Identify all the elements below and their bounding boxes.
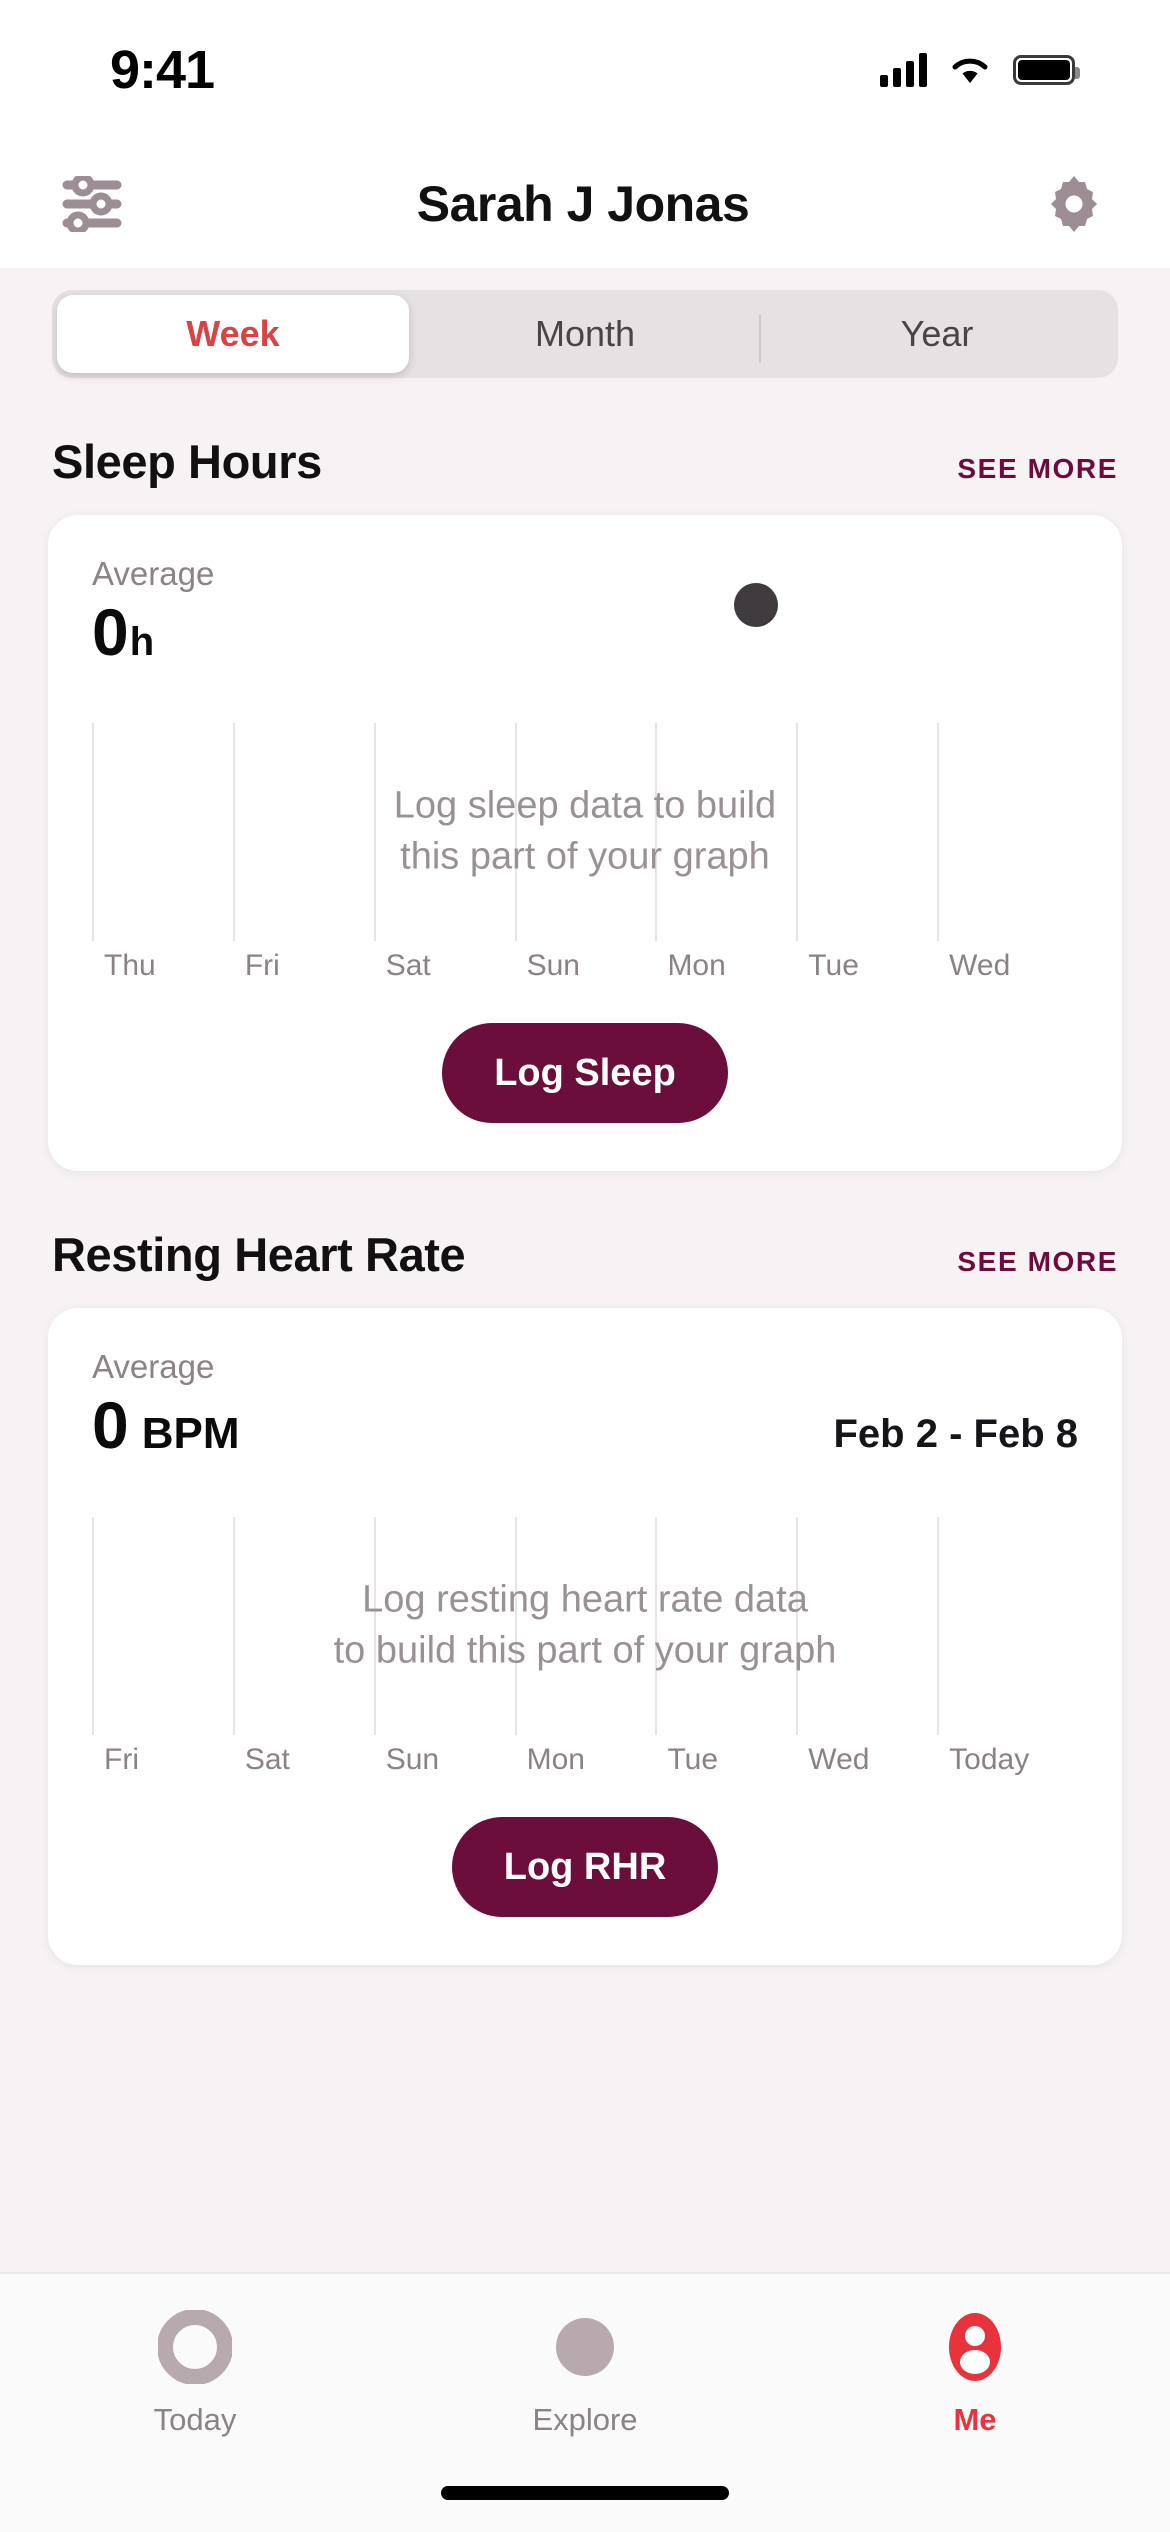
rhr-log-button-wrap: Log RHR bbox=[92, 1777, 1078, 1965]
person-icon bbox=[949, 2313, 1001, 2381]
sleep-card-summary: Average 0 h bbox=[92, 555, 1078, 665]
filters-sliders-icon[interactable] bbox=[52, 164, 132, 244]
sleep-log-button-wrap: Log Sleep bbox=[92, 983, 1078, 1171]
tab-week[interactable]: Week bbox=[57, 295, 409, 373]
signal-bars-icon bbox=[880, 53, 927, 87]
scroll-content[interactable]: Week Month Year Sleep Hours SEE MORE Ave… bbox=[0, 268, 1170, 2272]
day-label: Sun bbox=[526, 949, 580, 982]
status-bar-indicators bbox=[880, 53, 1080, 87]
sleep-empty-line-1: Log sleep data to build bbox=[393, 784, 777, 827]
status-bar: 9:41 bbox=[0, 0, 1170, 140]
tab-month[interactable]: Month bbox=[409, 295, 761, 373]
sleep-average-block: Average 0 h bbox=[92, 555, 214, 665]
sleep-see-more-link[interactable]: SEE MORE bbox=[957, 453, 1118, 485]
rhr-empty-line-2: to build this part of your graph bbox=[333, 1630, 837, 1672]
log-sleep-button[interactable]: Log Sleep bbox=[442, 1023, 728, 1123]
rhr-empty-message: Log resting heart rate data to build thi… bbox=[92, 1575, 1078, 1678]
tab-year[interactable]: Year bbox=[761, 295, 1113, 373]
tab-explore[interactable]: Explore bbox=[390, 2310, 780, 2438]
sleep-chart-day-labels: Thu Fri Sat Sun Mon Tue Wed bbox=[92, 949, 1078, 983]
rhr-average-unit: BPM bbox=[141, 1409, 240, 1458]
rhr-average-value: 0 BPM bbox=[92, 1392, 240, 1459]
tab-today-label: Today bbox=[153, 2402, 237, 2437]
rhr-average-number: 0 bbox=[92, 1388, 129, 1462]
tab-year-label: Year bbox=[900, 313, 974, 354]
compass-icon bbox=[556, 2318, 614, 2376]
tab-week-label: Week bbox=[186, 313, 280, 354]
tab-me-label: Me bbox=[953, 2402, 997, 2437]
rhr-card-summary: Average 0 BPM Feb 2 - Feb 8 bbox=[92, 1348, 1078, 1459]
day-label: Wed bbox=[949, 949, 1011, 982]
app-screen: 9:41 Sarah J Jonas Week Month Year Sleep… bbox=[0, 0, 1170, 2532]
sleep-average-number: 0 bbox=[92, 595, 129, 669]
status-bar-time: 9:41 bbox=[110, 40, 215, 100]
ring-icon bbox=[158, 2310, 232, 2384]
sleep-chart: Log sleep data to build this part of you… bbox=[92, 723, 1078, 941]
day-label: Sat bbox=[244, 1743, 290, 1776]
day-label: Sat bbox=[385, 949, 431, 982]
tab-month-label: Month bbox=[534, 313, 636, 354]
home-indicator bbox=[441, 2486, 729, 2500]
rhr-see-more-link[interactable]: SEE MORE bbox=[957, 1246, 1118, 1278]
gear-icon[interactable] bbox=[1034, 164, 1114, 244]
day-label: Tue bbox=[808, 949, 859, 982]
day-label: Wed bbox=[808, 1743, 870, 1776]
bottom-tab-bar: Today Explore Me bbox=[0, 2272, 1170, 2532]
wifi-icon bbox=[952, 58, 988, 83]
rhr-empty-line-1: Log resting heart rate data bbox=[362, 1578, 808, 1621]
day-label: Sun bbox=[385, 1743, 440, 1776]
range-placeholder-dot bbox=[734, 583, 778, 627]
page-title: Sarah J Jonas bbox=[416, 176, 750, 232]
day-label: Mon bbox=[526, 1743, 585, 1776]
rhr-chart-day-labels: Fri Sat Sun Mon Tue Wed Today bbox=[92, 1743, 1078, 1777]
day-label: Mon bbox=[667, 949, 726, 982]
period-filter: Week Month Year bbox=[0, 268, 1170, 378]
day-label: Fri bbox=[104, 1743, 139, 1776]
sleep-section-header: Sleep Hours SEE MORE bbox=[0, 378, 1170, 515]
tab-explore-label: Explore bbox=[532, 2402, 638, 2437]
segmented-control[interactable]: Week Month Year bbox=[52, 290, 1118, 378]
sleep-average-label: Average bbox=[92, 555, 215, 592]
app-header: Sarah J Jonas bbox=[0, 140, 1170, 268]
day-label: Thu bbox=[104, 949, 156, 982]
rhr-section-title: Resting Heart Rate bbox=[52, 1228, 466, 1281]
rhr-card: Average 0 BPM Feb 2 - Feb 8 Log resting … bbox=[48, 1308, 1122, 1965]
sleep-empty-line-2: this part of your graph bbox=[400, 836, 770, 878]
rhr-average-block: Average 0 BPM bbox=[92, 1348, 240, 1459]
day-label: Fri bbox=[244, 949, 280, 982]
battery-icon bbox=[1013, 55, 1080, 85]
sleep-section-title: Sleep Hours bbox=[52, 435, 322, 488]
day-label: Tue bbox=[667, 1743, 719, 1776]
sleep-empty-message: Log sleep data to build this part of you… bbox=[92, 781, 1078, 884]
rhr-average-label: Average bbox=[92, 1348, 215, 1385]
log-rhr-button[interactable]: Log RHR bbox=[451, 1817, 719, 1917]
tab-me[interactable]: Me bbox=[780, 2310, 1170, 2438]
rhr-date-range: Feb 2 - Feb 8 bbox=[833, 1412, 1079, 1456]
sleep-average-value: 0 h bbox=[92, 599, 214, 665]
sleep-average-unit: h bbox=[129, 620, 155, 664]
rhr-section-header: Resting Heart Rate SEE MORE bbox=[0, 1171, 1170, 1308]
tab-today[interactable]: Today bbox=[0, 2310, 390, 2438]
day-label: Today bbox=[949, 1743, 1030, 1776]
sleep-card: Average 0 h Log sleep data to build this bbox=[48, 515, 1122, 1171]
rhr-chart: Log resting heart rate data to build thi… bbox=[92, 1517, 1078, 1735]
